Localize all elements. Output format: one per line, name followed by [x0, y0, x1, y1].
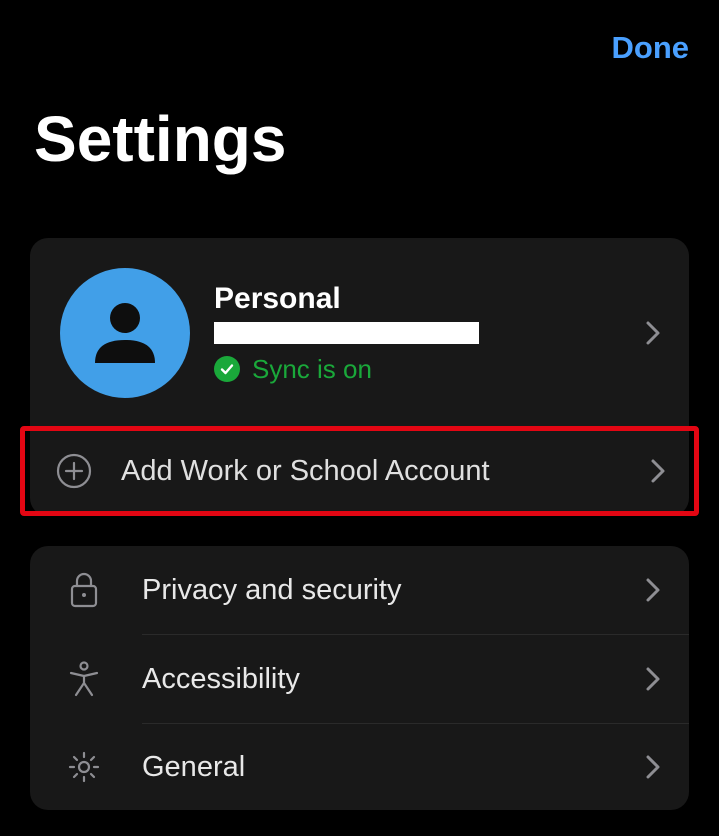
account-email-redacted: [214, 322, 479, 344]
chevron-right-icon: [645, 754, 665, 780]
sync-status: Sync is on: [214, 354, 645, 385]
chevron-right-icon: [650, 458, 670, 484]
menu-label: General: [142, 751, 645, 784]
menu-general[interactable]: General: [30, 724, 689, 810]
check-circle-icon: [214, 356, 240, 382]
add-account-label: Add Work or School Account: [121, 455, 650, 488]
chevron-right-icon: [645, 320, 665, 346]
account-name: Personal: [214, 282, 645, 316]
accessibility-icon: [66, 661, 102, 697]
chevron-right-icon: [645, 577, 665, 603]
menu-privacy-security[interactable]: Privacy and security: [30, 546, 689, 634]
menu-section: Privacy and security Accessibility: [30, 546, 689, 810]
gear-icon: [66, 750, 102, 784]
menu-label: Privacy and security: [142, 574, 645, 607]
page-title: Settings: [0, 66, 719, 196]
avatar: [60, 268, 190, 398]
account-row[interactable]: Personal Sync is on: [30, 238, 689, 426]
account-section: Personal Sync is on: [30, 238, 689, 516]
done-button[interactable]: Done: [612, 30, 690, 66]
plus-circle-icon: [55, 453, 93, 489]
highlight-box: Add Work or School Account: [20, 426, 699, 516]
chevron-right-icon: [645, 666, 665, 692]
lock-icon: [66, 572, 102, 608]
add-account-row[interactable]: Add Work or School Account: [25, 431, 694, 511]
sync-label: Sync is on: [252, 354, 372, 385]
person-icon: [80, 288, 170, 378]
menu-label: Accessibility: [142, 663, 645, 696]
account-info: Personal Sync is on: [190, 282, 645, 385]
menu-accessibility[interactable]: Accessibility: [30, 635, 689, 723]
